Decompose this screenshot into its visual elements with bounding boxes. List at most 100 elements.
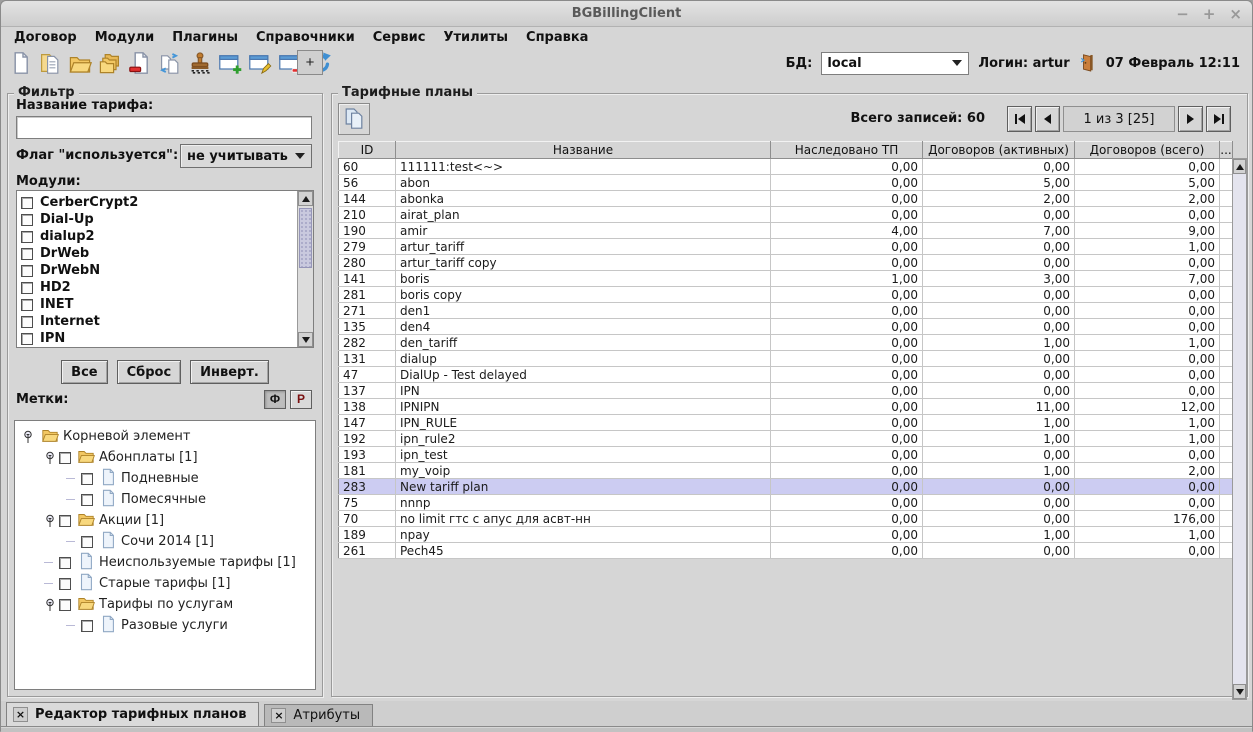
scroll-down-icon[interactable] (298, 332, 313, 347)
scroll-up-icon[interactable] (298, 191, 313, 206)
checkbox[interactable] (81, 536, 93, 548)
menu-item[interactable]: Утилиты (434, 29, 517, 46)
menu-item[interactable]: Плагины (163, 29, 247, 46)
column-header[interactable]: Наследовано ТП (771, 142, 923, 159)
tree-node[interactable]: Старые тарифы [1] (15, 573, 315, 594)
menu-item[interactable]: Справочники (247, 29, 364, 46)
module-list-item[interactable]: dialup2 (21, 228, 296, 245)
tree-expand-icon[interactable] (43, 451, 57, 465)
scrollbar-thumb[interactable] (299, 208, 312, 268)
checkbox[interactable] (21, 248, 33, 260)
modules-scrollbar[interactable] (297, 191, 313, 347)
menu-item[interactable]: Справка (517, 29, 597, 46)
tariff-name-input[interactable] (16, 116, 312, 139)
delete-document-button[interactable] (127, 49, 154, 76)
table-row[interactable]: 141boris1,003,007,00 (339, 271, 1233, 287)
tree-node[interactable]: Абонплаты [1] (15, 447, 315, 468)
logout-door-icon[interactable] (1079, 53, 1097, 73)
table-scrollbar[interactable] (1232, 158, 1247, 700)
tree-node[interactable]: Разовые услуги (15, 615, 315, 636)
last-page-button[interactable] (1206, 106, 1231, 132)
tree-node[interactable]: Подневные (15, 468, 315, 489)
column-header[interactable]: ... (1220, 142, 1233, 159)
checkbox[interactable] (21, 197, 33, 209)
tab-inactive[interactable]: ×Атрибуты (264, 704, 373, 726)
first-page-button[interactable] (1007, 106, 1032, 132)
table-row[interactable]: 181my_voip0,001,002,00 (339, 463, 1233, 479)
table-row[interactable]: 193ipn_test0,000,000,00 (339, 447, 1233, 463)
db-select[interactable]: local (821, 52, 969, 75)
open-folder-button[interactable] (67, 49, 94, 76)
table-row[interactable]: 147IPN_RULE0,001,001,00 (339, 415, 1233, 431)
table-row[interactable]: 281boris copy0,000,000,00 (339, 287, 1233, 303)
table-row[interactable]: 70no limit гтс с апус для асвт-нн0,000,0… (339, 511, 1233, 527)
table-row[interactable]: 60111111:test<~>0,000,000,00 (339, 159, 1233, 175)
used-flag-select[interactable]: не учитывать (180, 144, 312, 168)
table-row[interactable]: 135den40,000,000,00 (339, 319, 1233, 335)
checkbox[interactable] (59, 557, 71, 569)
checkbox[interactable] (59, 515, 71, 527)
maximize-icon[interactable]: + (1203, 5, 1216, 23)
add-tab-button[interactable]: + (297, 50, 323, 75)
checkbox[interactable] (21, 265, 33, 277)
checkbox[interactable] (81, 494, 93, 506)
module-list-item[interactable]: CerberCrypt2 (21, 194, 296, 211)
table-row[interactable]: 261Pech450,000,000,00 (339, 543, 1233, 559)
copy-rows-button[interactable] (338, 103, 370, 135)
tree-expand-icon[interactable] (43, 598, 57, 612)
tree-node[interactable]: Неиспользуемые тарифы [1] (15, 552, 315, 573)
tree-node[interactable]: Корневой элемент (15, 426, 315, 447)
tree-expand-icon[interactable] (43, 514, 57, 528)
filter-mode-button[interactable]: Ф (264, 390, 286, 409)
table-row[interactable]: 138IPNIPN0,0011,0012,00 (339, 399, 1233, 415)
tree-expand-icon[interactable] (21, 430, 35, 444)
tree-node[interactable]: Акции [1] (15, 510, 315, 531)
checkbox[interactable] (81, 473, 93, 485)
close-icon[interactable]: × (271, 708, 286, 723)
close-icon[interactable]: × (13, 707, 28, 722)
module-list-item[interactable]: HD2 (21, 279, 296, 296)
column-header[interactable]: Название (396, 142, 771, 159)
checkbox[interactable] (81, 620, 93, 632)
table-row[interactable]: 283New tariff plan0,000,000,00 (339, 479, 1233, 495)
next-page-button[interactable] (1178, 106, 1203, 132)
table-row[interactable]: 137IPN0,000,000,00 (339, 383, 1233, 399)
copy-folders-button[interactable] (97, 49, 124, 76)
table-row[interactable]: 47DialUp - Test delayed0,000,000,00 (339, 367, 1233, 383)
checkbox[interactable] (21, 316, 33, 328)
table-row[interactable]: 131dialup0,000,000,00 (339, 351, 1233, 367)
table-row[interactable]: 210airat_plan0,000,000,00 (339, 207, 1233, 223)
module-list-item[interactable]: INET (21, 296, 296, 313)
column-header[interactable]: Договоров (активных) (923, 142, 1075, 159)
checkbox[interactable] (21, 214, 33, 226)
select-all-button[interactable]: Все (61, 360, 107, 384)
invert-button[interactable]: Инверт. (190, 360, 269, 384)
table-row[interactable]: 271den10,000,000,00 (339, 303, 1233, 319)
table-row[interactable]: 282den_tariff0,001,001,00 (339, 335, 1233, 351)
module-list-item[interactable]: Dial-Up (21, 211, 296, 228)
module-list-item[interactable]: Internet (21, 313, 296, 330)
minimize-icon[interactable]: − (1176, 5, 1189, 23)
edit-mode-button[interactable]: Р (290, 390, 312, 409)
menu-item[interactable]: Модули (86, 29, 163, 46)
table-row[interactable]: 190amir4,007,009,00 (339, 223, 1233, 239)
table-row[interactable]: 280artur_tariff copy0,000,000,00 (339, 255, 1233, 271)
menu-item[interactable]: Сервис (364, 29, 435, 46)
tree-node[interactable]: Помесячные (15, 489, 315, 510)
stamp-button[interactable] (187, 49, 214, 76)
table-row[interactable]: 144abonka0,002,002,00 (339, 191, 1233, 207)
tab-active[interactable]: ×Редактор тарифных планов (6, 702, 259, 726)
window-edit-button[interactable] (247, 49, 274, 76)
table-row[interactable]: 279artur_tariff0,000,001,00 (339, 239, 1233, 255)
table-row[interactable]: 189npay0,001,001,00 (339, 527, 1233, 543)
module-list-item[interactable]: DrWeb (21, 245, 296, 262)
copy-document-button[interactable] (37, 49, 64, 76)
menu-item[interactable]: Договор (5, 29, 86, 46)
paste-document-button[interactable] (157, 49, 184, 76)
table-row[interactable]: 75nnnp0,000,000,00 (339, 495, 1233, 511)
checkbox[interactable] (21, 333, 33, 345)
checkbox[interactable] (21, 282, 33, 294)
new-document-button[interactable] (7, 49, 34, 76)
table-row[interactable]: 56abon0,005,005,00 (339, 175, 1233, 191)
checkbox[interactable] (59, 452, 71, 464)
